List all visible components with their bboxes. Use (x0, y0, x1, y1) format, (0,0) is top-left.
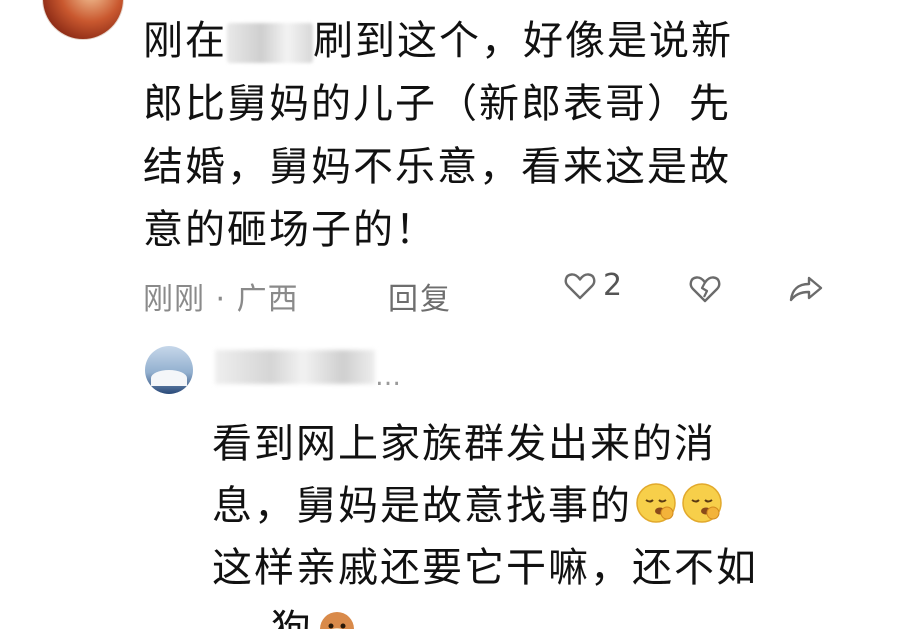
like-button[interactable]: 2 (563, 268, 622, 303)
reply-avatar[interactable] (145, 346, 193, 394)
redacted-username (215, 350, 375, 384)
comment-line-4: 意的砸场子的！ (143, 207, 437, 253)
comment-line-2: 郎比舅妈的儿子（新郎表哥）先 (143, 81, 731, 127)
reply-line-1: 看到网上家族群发出来的消 (212, 421, 716, 467)
pensive-face-emoji (680, 481, 724, 525)
reply-line-4: 狗 (212, 599, 852, 629)
reply-button[interactable]: 回复 (388, 274, 452, 318)
like-count: 2 (603, 268, 623, 303)
reply-body: 看到网上家族群发出来的消 息，舅妈是故意找事的 这样亲戚还要它干嘛，还不如 狗 (212, 413, 852, 629)
redacted-text (227, 23, 313, 63)
share-arrow-icon[interactable] (788, 274, 824, 304)
dog-face-emoji (315, 605, 359, 629)
broken-heart-icon[interactable] (688, 272, 722, 306)
comment-meta-row: 刚刚 · 广西 回复 2 (143, 268, 843, 318)
reply-username-ellipsis: … (375, 362, 403, 392)
comment-body: 刚在 刷到这个，好像是说新 郎比舅妈的儿子（新郎表哥）先 结婚，舅妈不乐意，看来这… (143, 10, 833, 262)
heart-outline-icon (563, 269, 597, 303)
comment-time-location: 刚刚 · 广西 (143, 282, 299, 317)
comment-line-1: 刚在 刷到这个，好像是说新 (143, 18, 733, 64)
comment-line-3: 结婚，舅妈不乐意，看来这是故 (143, 144, 731, 190)
pensive-face-emoji (634, 481, 678, 525)
commenter-avatar[interactable] (42, 0, 124, 40)
reply-username-redacted[interactable] (215, 350, 395, 386)
reply-line-3: 这样亲戚还要它干嘛，还不如 (212, 545, 758, 591)
reply-line-2: 息，舅妈是故意找事的 (212, 475, 852, 537)
